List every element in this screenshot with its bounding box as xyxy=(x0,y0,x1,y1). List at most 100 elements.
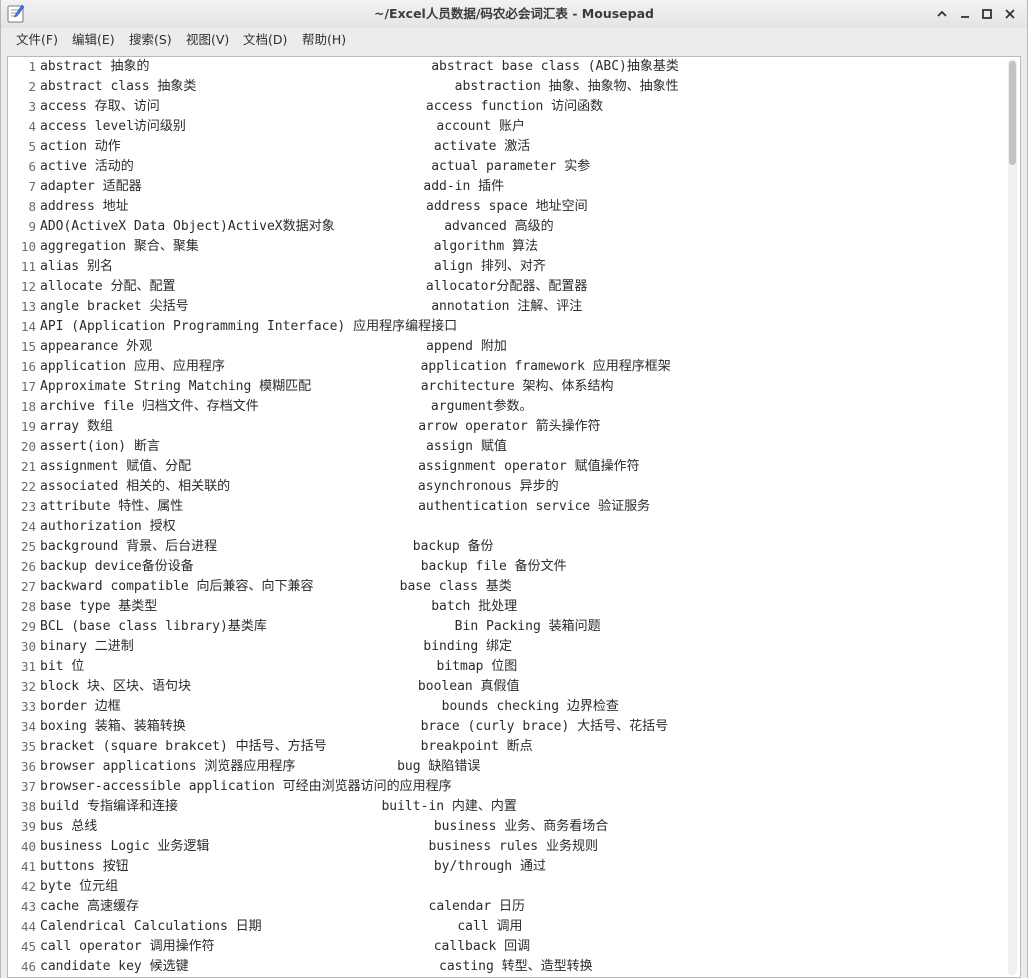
text-line[interactable]: 3 access 存取、访问 access function 访问函数 xyxy=(8,97,998,117)
line-text: background 背景、后台进程 backup 备份 xyxy=(40,539,494,554)
line-number: 23 xyxy=(20,499,36,514)
menu-view[interactable]: 视图(V) xyxy=(185,28,230,52)
text-line[interactable]: 26 backup device备份设备 backup file 备份文件 xyxy=(8,557,998,577)
scrollbar-thumb[interactable] xyxy=(1009,61,1016,165)
line-number: 12 xyxy=(20,279,36,294)
text-line[interactable]: 34 boxing 装箱、装箱转换 brace (curly brace) 大括号… xyxy=(8,717,998,737)
maximize-icon xyxy=(982,9,992,19)
line-number: 32 xyxy=(20,679,36,694)
text-line[interactable]: 35 bracket (square brakcet) 中括号、方括号 break… xyxy=(8,737,998,757)
text-line[interactable]: 19 array 数组 arrow operator 箭头操作符 xyxy=(8,417,998,437)
text-line[interactable]: 5 action 动作 activate 激活 xyxy=(8,137,998,157)
text-line[interactable]: 16 application 应用、应用程序 application framew… xyxy=(8,357,998,377)
line-number: 38 xyxy=(20,799,36,814)
text-line[interactable]: 9 ADO(ActiveX Data Object)ActiveX数据对象 adv… xyxy=(8,217,998,237)
line-number: 33 xyxy=(20,699,36,714)
line-number: 43 xyxy=(20,899,36,914)
minimize-icon xyxy=(961,16,969,18)
window-maximize-button[interactable] xyxy=(978,5,996,23)
text-line[interactable]: 46 candidate key 候选键 casting 转型、造型转换 xyxy=(8,957,998,977)
text-line[interactable]: 43 cache 高速缓存 calendar 日历 xyxy=(8,897,998,917)
line-text: browser-accessible application 可经由浏览器访问的… xyxy=(40,779,452,794)
text-line[interactable]: 18 archive file 归档文件、存档文件 argument参数。 xyxy=(8,397,998,417)
window-keep-above-button[interactable] xyxy=(933,5,951,23)
line-number: 13 xyxy=(20,299,36,314)
text-line[interactable]: 39 bus 总线 business 业务、商务看场合 xyxy=(8,817,998,837)
text-line[interactable]: 25 background 背景、后台进程 backup 备份 xyxy=(8,537,998,557)
text-line[interactable]: 41 buttons 按钮 by/through 通过 xyxy=(8,857,998,877)
text-line[interactable]: 17 Approximate String Matching 模糊匹配 archi… xyxy=(8,377,998,397)
text-line[interactable]: 27 backward compatible 向后兼容、向下兼容 base cla… xyxy=(8,577,998,597)
line-text: build 专指编译和连接 built-in 内建、内置 xyxy=(40,799,517,814)
text-line[interactable]: 44 Calendrical Calculations 日期 call 调用 xyxy=(8,917,998,937)
text-line[interactable]: 4 access level访问级别 account 账户 xyxy=(8,117,998,137)
text-line[interactable]: 33 border 边框 bounds checking 边界检查 xyxy=(8,697,998,717)
line-text: ADO(ActiveX Data Object)ActiveX数据对象 adva… xyxy=(40,219,554,234)
line-text: abstract 抽象的 abstract base class (ABC)抽象… xyxy=(40,59,679,74)
text-line[interactable]: 42 byte 位元组 xyxy=(8,877,998,897)
line-text: archive file 归档文件、存档文件 argument参数。 xyxy=(40,399,533,414)
text-line[interactable]: 20 assert(ion) 断言 assign 赋值 xyxy=(8,437,998,457)
line-text: block 块、区块、语句块 boolean 真假值 xyxy=(40,679,520,694)
text-line[interactable]: 22 associated 相关的、相关联的 asynchronous 异步的 xyxy=(8,477,998,497)
line-text: buttons 按钮 by/through 通过 xyxy=(40,859,546,874)
text-line[interactable]: 38 build 专指编译和连接 built-in 内建、内置 xyxy=(8,797,998,817)
line-number: 9 xyxy=(28,219,36,234)
text-line[interactable]: 2 abstract class 抽象类 abstraction 抽象、抽象物、抽… xyxy=(8,77,998,97)
line-text: active 活动的 actual parameter 实参 xyxy=(40,159,591,174)
text-line[interactable]: 7 adapter 适配器 add-in 插件 xyxy=(8,177,998,197)
line-text: assert(ion) 断言 assign 赋值 xyxy=(40,439,507,454)
text-line[interactable]: 8 address 地址 address space 地址空间 xyxy=(8,197,998,217)
text-line[interactable]: 29 BCL (base class library)基类库 Bin Packin… xyxy=(8,617,998,637)
text-line[interactable]: 37 browser-accessible application 可经由浏览器访… xyxy=(8,777,998,797)
line-text: appearance 外观 append 附加 xyxy=(40,339,507,354)
text-line[interactable]: 40 business Logic 业务逻辑 business rules 业务规… xyxy=(8,837,998,857)
menu-help[interactable]: 帮助(H) xyxy=(301,28,347,52)
line-text: bracket (square brakcet) 中括号、方括号 breakpo… xyxy=(40,739,533,754)
vertical-scrollbar[interactable] xyxy=(1008,59,1017,975)
line-text: action 动作 activate 激活 xyxy=(40,139,531,154)
mousepad-window: ~/Excel人员数据/码农必会词汇表 - Mousepad 文件(F) 编辑(… xyxy=(0,0,1028,978)
menu-file[interactable]: 文件(F) xyxy=(15,28,59,52)
line-text: access 存取、访问 access function 访问函数 xyxy=(40,99,604,114)
line-number: 28 xyxy=(20,599,36,614)
line-number: 5 xyxy=(28,139,36,154)
text-line[interactable]: 13 angle bracket 尖括号 annotation 注解、评注 xyxy=(8,297,998,317)
text-line[interactable]: 14 API (Application Programming Interface… xyxy=(8,317,998,337)
menu-bar: 文件(F) 编辑(E) 搜索(S) 视图(V) 文档(D) 帮助(H) xyxy=(1,28,1027,52)
line-number: 7 xyxy=(28,179,36,194)
text-line[interactable]: 23 attribute 特性、属性 authentication service… xyxy=(8,497,998,517)
line-number: 8 xyxy=(28,199,36,214)
text-line[interactable]: 32 block 块、区块、语句块 boolean 真假值 xyxy=(8,677,998,697)
text-line[interactable]: 12 allocate 分配、配置 allocator分配器、配置器 xyxy=(8,277,998,297)
menu-edit[interactable]: 编辑(E) xyxy=(71,28,116,52)
text-line[interactable]: 36 browser applications 浏览器应用程序 bug 缺陷错误 xyxy=(8,757,998,777)
text-editor-area[interactable]: 1 abstract 抽象的 abstract base class (ABC)抽… xyxy=(7,56,1021,978)
text-line[interactable]: 21 assignment 赋值、分配 assignment operator 赋… xyxy=(8,457,998,477)
text-line[interactable]: 31 bit 位 bitmap 位图 xyxy=(8,657,998,677)
text-line[interactable]: 10 aggregation 聚合、聚集 algorithm 算法 xyxy=(8,237,998,257)
text-line[interactable]: 1 abstract 抽象的 abstract base class (ABC)抽… xyxy=(8,57,998,77)
text-line[interactable]: 28 base type 基类型 batch 批处理 xyxy=(8,597,998,617)
line-text: Calendrical Calculations 日期 call 调用 xyxy=(40,919,523,934)
line-text: boxing 装箱、装箱转换 brace (curly brace) 大括号、花… xyxy=(40,719,669,734)
text-line[interactable]: 45 call operator 调用操作符 callback 回调 xyxy=(8,937,998,957)
menu-search[interactable]: 搜索(S) xyxy=(128,28,173,52)
text-line[interactable]: 6 active 活动的 actual parameter 实参 xyxy=(8,157,998,177)
line-text: alias 别名 align 排列、对齐 xyxy=(40,259,546,274)
window-minimize-button[interactable] xyxy=(956,5,974,23)
text-line[interactable]: 30 binary 二进制 binding 绑定 xyxy=(8,637,998,657)
line-text: Approximate String Matching 模糊匹配 archite… xyxy=(40,379,614,394)
line-text: binary 二进制 binding 绑定 xyxy=(40,639,512,654)
line-text: aggregation 聚合、聚集 algorithm 算法 xyxy=(40,239,538,254)
window-close-button[interactable] xyxy=(1001,5,1019,23)
line-number: 31 xyxy=(20,659,36,674)
title-bar[interactable]: ~/Excel人员数据/码农必会词汇表 - Mousepad xyxy=(1,0,1027,29)
line-number: 14 xyxy=(20,319,36,334)
line-number: 6 xyxy=(28,159,36,174)
text-line[interactable]: 15 appearance 外观 append 附加 xyxy=(8,337,998,357)
line-number: 41 xyxy=(20,859,36,874)
text-line[interactable]: 24 authorization 授权 xyxy=(8,517,998,537)
text-line[interactable]: 11 alias 别名 align 排列、对齐 xyxy=(8,257,998,277)
menu-document[interactable]: 文档(D) xyxy=(242,28,288,52)
